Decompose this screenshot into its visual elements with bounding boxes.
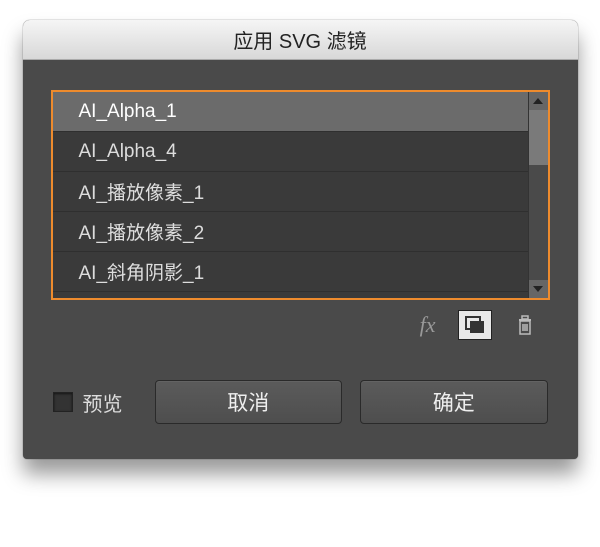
cancel-button-label: 取消 xyxy=(227,387,269,417)
ok-button[interactable]: 确定 xyxy=(360,380,548,424)
checkbox-box-icon[interactable] xyxy=(53,392,73,412)
filter-list[interactable]: AI_Alpha_1 AI_Alpha_4 AI_播放像素_1 AI_播放像素_2 AI… xyxy=(53,92,528,298)
list-item-label: AI_Alpha_1 xyxy=(79,101,177,123)
dialog-titlebar: 应用 SVG 滤镜 xyxy=(23,20,578,60)
scroll-up-arrow-icon[interactable] xyxy=(529,92,548,110)
list-item-label: AI_斜角阴影_1 xyxy=(79,258,205,285)
dialog-title: 应用 SVG 滤镜 xyxy=(233,25,366,54)
list-item-label: AI_播放像素_1 xyxy=(79,178,205,205)
new-filter-icon[interactable] xyxy=(458,310,492,340)
scroll-track[interactable] xyxy=(529,110,548,280)
dialog-footer: 预览 取消 确定 xyxy=(51,380,550,424)
cancel-button[interactable]: 取消 xyxy=(155,380,343,424)
dialog-content: AI_Alpha_1 AI_Alpha_4 AI_播放像素_1 AI_播放像素_2 AI… xyxy=(23,60,578,459)
scroll-down-arrow-icon[interactable] xyxy=(529,280,548,298)
fx-icon[interactable]: fx xyxy=(420,312,442,338)
scroll-thumb[interactable] xyxy=(529,110,548,165)
list-item[interactable]: AI_播放像素_2 xyxy=(53,212,528,252)
list-item[interactable]: AI_Alpha_1 xyxy=(53,92,528,132)
list-item[interactable]: AI_斜角阴影_1 xyxy=(53,252,528,292)
delete-filter-icon[interactable] xyxy=(508,310,542,340)
list-item[interactable]: AI_Alpha_4 xyxy=(53,132,528,172)
list-item-label: AI_播放像素_2 xyxy=(79,218,205,245)
list-item[interactable]: AI_播放像素_1 xyxy=(53,172,528,212)
filter-listbox[interactable]: AI_Alpha_1 AI_Alpha_4 AI_播放像素_1 AI_播放像素_2 AI… xyxy=(51,90,550,300)
ok-button-label: 确定 xyxy=(433,387,475,417)
preview-checkbox[interactable]: 预览 xyxy=(53,388,123,417)
svg-filter-dialog: 应用 SVG 滤镜 AI_Alpha_1AI_Alpha_4AI_播放像素_1A… xyxy=(23,20,578,459)
list-item-label: AI_Alpha_4 xyxy=(79,141,177,163)
preview-label: 预览 xyxy=(83,388,123,417)
list-toolbar: fx xyxy=(51,300,550,346)
scrollbar[interactable] xyxy=(528,92,548,298)
